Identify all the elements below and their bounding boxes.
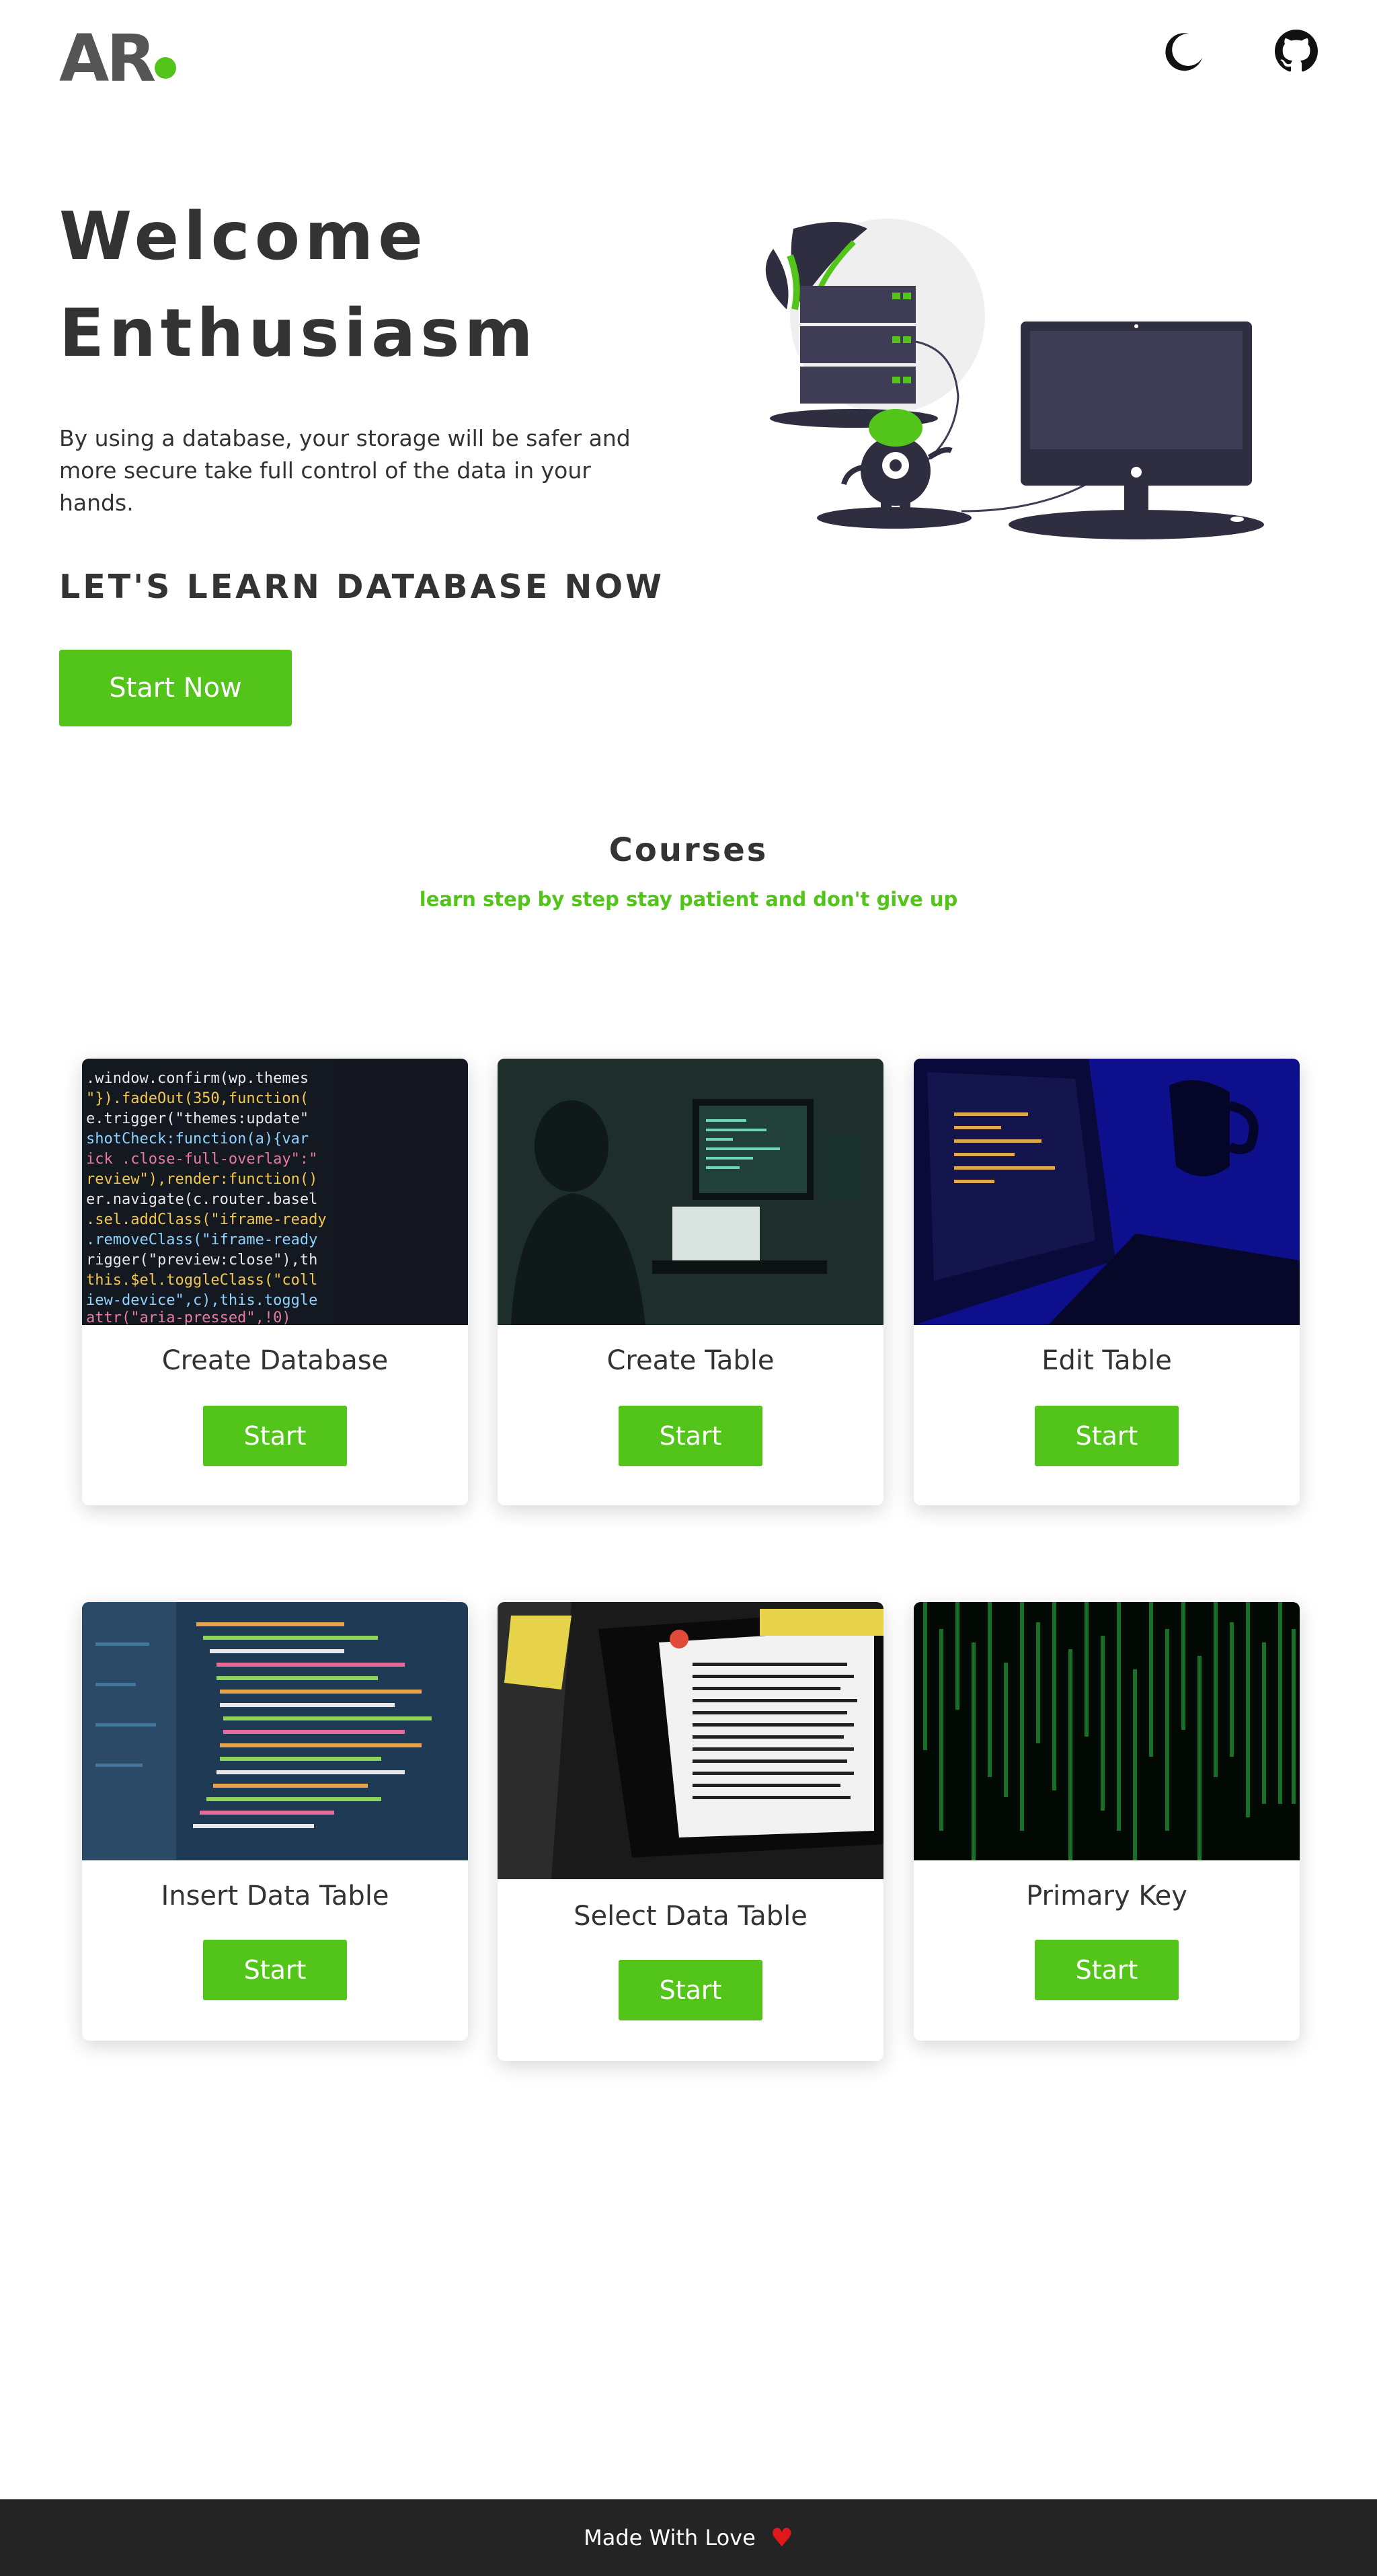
svg-text:.window.confirm(wp.themes: .window.confirm(wp.themes [86, 1070, 309, 1087]
hero-cta-heading: LET'S LEARN DATABASE NOW [59, 568, 665, 606]
course-image-colorful-code [82, 1602, 468, 1860]
site-header: AR [0, 0, 1377, 108]
course-card-insert-data-table: Insert Data Table Start [82, 1602, 468, 2041]
svg-text:shotCheck:function(a){var: shotCheck:function(a){var [86, 1131, 309, 1147]
heart-icon: ♥ [770, 2523, 793, 2552]
site-footer: Made With Love ♥ [0, 2499, 1377, 2576]
logo-dot [155, 57, 176, 79]
svg-text:.removeClass("iframe-ready: .removeClass("iframe-ready [86, 1232, 317, 1248]
course-start-button[interactable]: Start [203, 1406, 347, 1466]
course-card-create-table: Create Table Start [498, 1059, 883, 1505]
courses-title: Courses [608, 831, 769, 869]
course-title: Select Data Table [574, 1901, 808, 1932]
course-card-primary-key: Primary Key Start [914, 1602, 1300, 2041]
course-title: Edit Table [1041, 1345, 1172, 1376]
hero-description: By using a database, your storage will b… [59, 425, 631, 516]
svg-text:e.trigger("themes:update": e.trigger("themes:update" [86, 1110, 309, 1127]
svg-text:iew-device",c),this.toggle: iew-device",c),this.toggle [86, 1292, 317, 1309]
hero-illustration [746, 215, 1271, 552]
svg-text:rigger("preview:close"),th: rigger("preview:close"),th [86, 1252, 317, 1268]
start-now-button[interactable]: Start Now [59, 650, 292, 726]
course-image-matrix-rain [914, 1602, 1300, 1860]
svg-text:er.navigate(c.router.basel: er.navigate(c.router.basel [86, 1191, 317, 1208]
course-title: Insert Data Table [161, 1881, 389, 1911]
course-image-laptop-blue [914, 1059, 1300, 1325]
svg-text:this.$el.toggleClass("coll: this.$el.toggleClass("coll [86, 1272, 317, 1289]
course-start-button[interactable]: Start [619, 1960, 762, 2020]
hero-title-line2: Enthusiasm [59, 295, 538, 372]
courses-subtitle: learn step by step stay patient and don'… [419, 888, 958, 911]
course-start-button[interactable]: Start [1035, 1940, 1179, 2000]
course-title: Primary Key [1026, 1881, 1187, 1911]
course-card-select-data-table: Select Data Table Start [498, 1602, 883, 2061]
svg-text:attr("aria-pressed",!0): attr("aria-pressed",!0) [86, 1310, 291, 1325]
svg-text:review"),render:function(): review"),render:function() [86, 1171, 317, 1188]
course-image-developer-at-desk [498, 1059, 883, 1325]
hero-title-line1: Welcome [59, 198, 428, 275]
footer-text: Made With Love [584, 2525, 756, 2550]
hero-title: Welcome Enthusiasm [59, 188, 664, 382]
course-start-button[interactable]: Start [1035, 1406, 1179, 1466]
course-title: Create Database [161, 1345, 389, 1376]
course-card-edit-table: Edit Table Start [914, 1059, 1300, 1505]
svg-text:.sel.addClass("iframe-ready: .sel.addClass("iframe-ready [86, 1211, 327, 1228]
svg-text:ick .close-full-overlay":": ick .close-full-overlay":" [86, 1151, 317, 1168]
course-card-create-database: .window.confirm(wp.themes "}).fadeOut(35… [82, 1059, 468, 1505]
logo[interactable]: AR [59, 22, 156, 96]
moon-icon[interactable] [1163, 30, 1206, 73]
course-start-button[interactable]: Start [203, 1940, 347, 2000]
svg-text:"}).fadeOut(350,function(: "}).fadeOut(350,function( [86, 1090, 309, 1107]
github-icon[interactable] [1275, 30, 1318, 73]
course-image-terminal-screen [498, 1602, 883, 1879]
course-image-code-closeup: .window.confirm(wp.themes "}).fadeOut(35… [82, 1059, 468, 1326]
course-start-button[interactable]: Start [619, 1406, 762, 1466]
course-title: Create Table [606, 1345, 775, 1376]
